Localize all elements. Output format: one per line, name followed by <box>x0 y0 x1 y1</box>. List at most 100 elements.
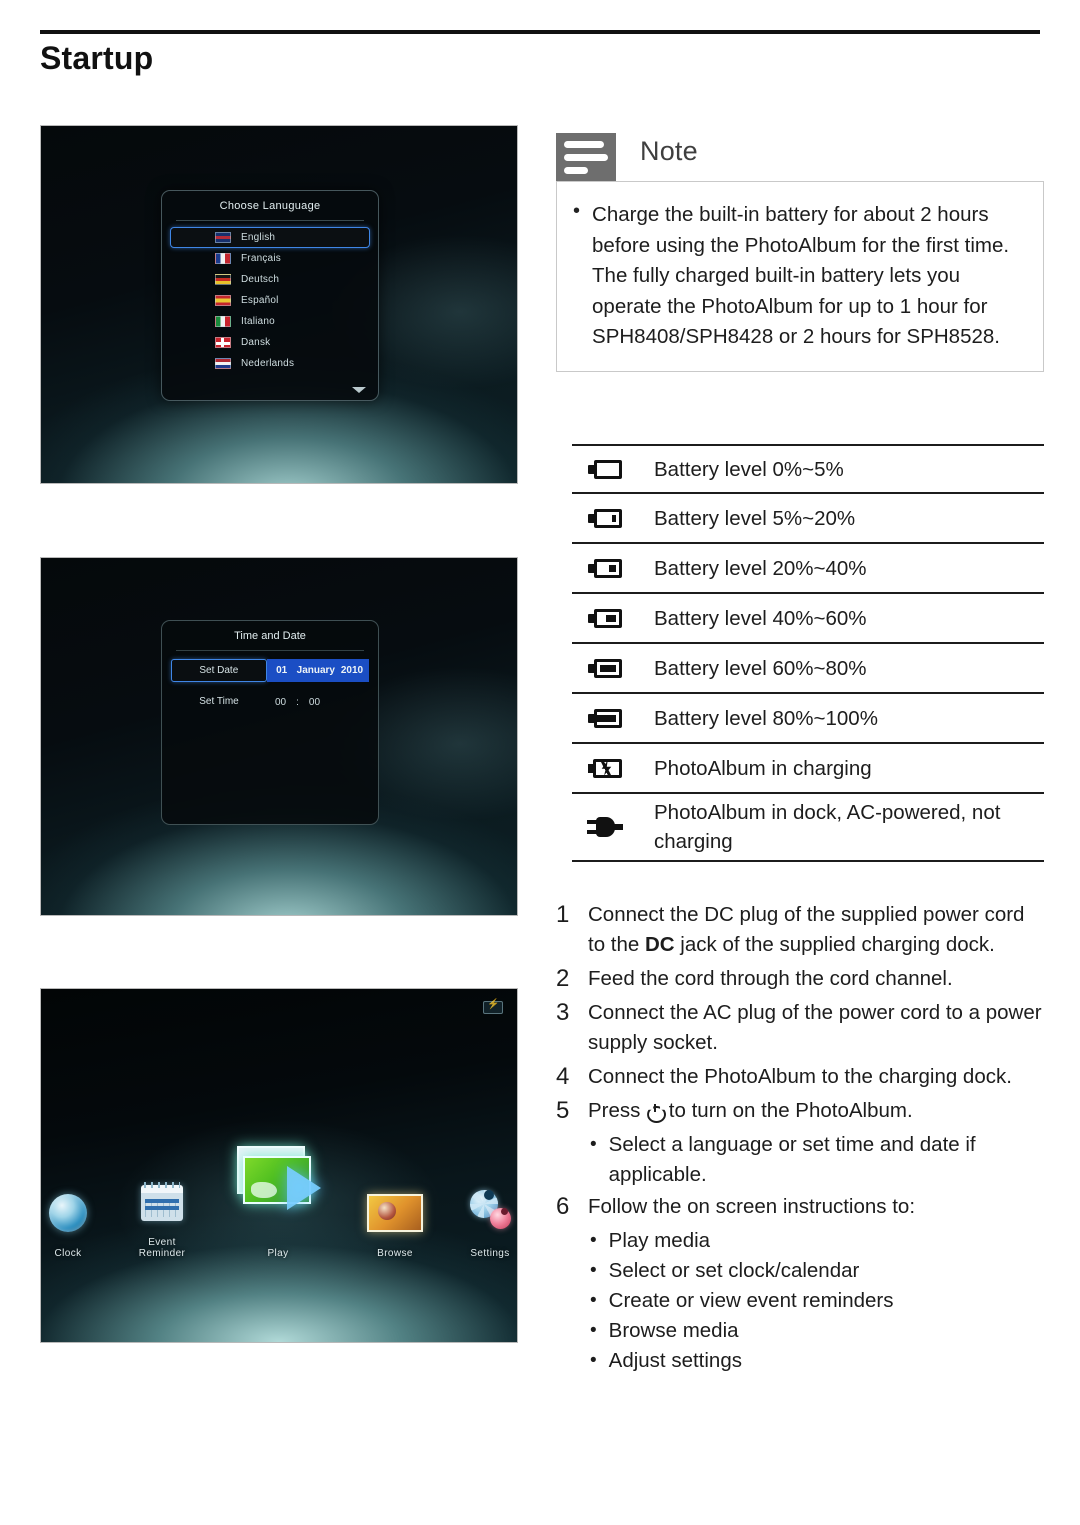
home-item-event-reminder[interactable]: Event Reminder <box>135 1165 189 1259</box>
photo-browse-icon <box>367 1194 423 1232</box>
bullet: • <box>590 1260 597 1281</box>
table-row: Battery level 80%~100% <box>572 694 1044 744</box>
time-hour: 00 <box>275 697 287 708</box>
home-item-label: Settings <box>470 1248 510 1259</box>
table-row: PhotoAlbum in dock, AC-powered, not char… <box>572 794 1044 862</box>
home-item-label: Clock <box>54 1248 82 1259</box>
screenshot-time-and-date: Time and Date Set Date 01 January 2010 S… <box>40 557 518 916</box>
dialog-title: Choose Lanuguage <box>219 200 321 212</box>
date-day: 01 <box>276 665 288 676</box>
step-text-before: Press <box>588 1099 647 1122</box>
flag-dk-icon <box>215 337 231 348</box>
step-text: Connect the PhotoAlbum to the charging d… <box>588 1065 1012 1088</box>
step-number: 1 <box>556 901 570 928</box>
step-6-sublist: • Play media • Select or set clock/calen… <box>590 1226 1044 1376</box>
note-text: Charge the built-in battery for about 2 … <box>592 203 1010 348</box>
set-date-value[interactable]: 01 January 2010 <box>266 659 369 682</box>
bullet: • <box>590 1290 597 1311</box>
list-item: • Select or set clock/calendar <box>590 1256 1044 1286</box>
power-icon <box>647 1104 662 1119</box>
set-time-row[interactable]: Set Time 00 : 00 <box>162 690 378 715</box>
icon-cell <box>574 608 636 628</box>
step-number: 6 <box>556 1193 570 1220</box>
table-row: Battery level 5%~20% <box>572 494 1044 544</box>
screenshot-home-menu: Clock Event Reminder Play Browse <box>40 988 518 1343</box>
language-option-francais[interactable]: Français <box>170 248 370 269</box>
icon-cell <box>574 758 636 778</box>
language-option-english[interactable]: English <box>170 227 370 248</box>
step-text: Press to turn on the PhotoAlbum. <box>588 1096 913 1126</box>
table-row: Battery level 0%~5% <box>572 444 1044 494</box>
battery-charging-icon <box>483 999 503 1014</box>
step-number: 5 <box>556 1097 570 1124</box>
date-year: 2010 <box>340 665 364 676</box>
gears-icon <box>466 1190 514 1232</box>
language-option-dansk[interactable]: Dansk <box>170 332 370 353</box>
screenshot-choose-language: Choose Lanuguage English Français Deutsc… <box>40 125 518 484</box>
flag-de-icon <box>215 274 231 285</box>
dialog-title: Time and Date <box>234 630 306 642</box>
home-item-browse[interactable]: Browse <box>367 1176 423 1259</box>
set-time-label: Set Time <box>199 696 239 707</box>
list-item-label: Browse media <box>608 1319 739 1342</box>
note-icon <box>556 133 616 181</box>
step-text: Connect the AC plug of the power cord to… <box>588 1001 1042 1054</box>
time-and-date-dialog: Time and Date Set Date 01 January 2010 S… <box>161 620 379 825</box>
globe-icon <box>49 1194 87 1232</box>
list-item: • Adjust settings <box>590 1346 1044 1376</box>
step-text: Follow the on screen instructions to: <box>588 1195 916 1218</box>
flag-uk-icon <box>215 232 231 243</box>
photo-play-icon <box>229 1144 327 1218</box>
row-label: Battery level 20%~40% <box>654 556 867 580</box>
language-option-nederlands[interactable]: Nederlands <box>170 353 370 374</box>
header-rule <box>40 30 1040 34</box>
bullet: • <box>590 1350 597 1371</box>
language-label: Español <box>241 295 279 306</box>
table-row: PhotoAlbum in charging <box>572 744 1044 794</box>
list-item-label: Create or view event reminders <box>608 1289 894 1312</box>
step-6: 6 Follow the on screen instructions to: <box>556 1192 1044 1222</box>
step-text: Feed the cord through the cord channel. <box>588 967 953 990</box>
home-item-clock[interactable]: Clock <box>41 1176 95 1259</box>
home-item-settings[interactable]: Settings <box>463 1176 517 1259</box>
icon-cell <box>574 508 636 528</box>
flag-it-icon <box>215 316 231 327</box>
icon-cell <box>574 558 636 578</box>
instruction-steps: 1 Connect the DC plug of the supplied po… <box>556 900 1044 1378</box>
calendar-icon <box>141 1182 183 1221</box>
list-item-label: Select a language or set time and date i… <box>608 1133 976 1186</box>
table-row: Battery level 20%~40% <box>572 544 1044 594</box>
chevron-down-icon[interactable] <box>352 387 366 393</box>
language-label: Français <box>241 253 281 264</box>
battery-quarter-icon <box>588 558 622 578</box>
home-item-play[interactable]: Play <box>229 1134 327 1259</box>
set-time-value[interactable]: 00 : 00 <box>267 691 369 714</box>
icon-cell <box>574 459 636 479</box>
language-option-espanol[interactable]: Español <box>170 290 370 311</box>
list-item: • Play media <box>590 1226 1044 1256</box>
list-item-label: Play media <box>608 1229 711 1252</box>
ac-plug-icon <box>587 815 623 839</box>
battery-low-icon <box>588 508 622 528</box>
language-option-deutsch[interactable]: Deutsch <box>170 269 370 290</box>
step-text-after: jack of the supplied charging dock. <box>674 933 995 956</box>
table-row: Battery level 60%~80% <box>572 644 1044 694</box>
step-number: 2 <box>556 965 570 992</box>
flag-es-icon <box>215 295 231 306</box>
set-date-row[interactable]: Set Date 01 January 2010 <box>162 658 378 683</box>
row-label: Battery level 40%~60% <box>654 606 867 630</box>
home-item-label: Play <box>267 1248 289 1259</box>
home-item-label: Event Reminder <box>138 1237 186 1259</box>
language-option-italiano[interactable]: Italiano <box>170 311 370 332</box>
row-label: PhotoAlbum in charging <box>654 756 872 780</box>
row-label: Battery level 60%~80% <box>654 656 867 680</box>
flag-fr-icon <box>215 253 231 264</box>
step-4: 4 Connect the PhotoAlbum to the charging… <box>556 1062 1044 1092</box>
row-label: Battery level 80%~100% <box>654 706 878 730</box>
bullet: • <box>590 1230 597 1251</box>
home-item-label: Browse <box>377 1248 413 1259</box>
note-label: Note <box>640 136 698 166</box>
language-label: English <box>241 232 276 243</box>
battery-empty-icon <box>588 459 622 479</box>
note-box: • Charge the built-in battery for about … <box>556 181 1044 372</box>
